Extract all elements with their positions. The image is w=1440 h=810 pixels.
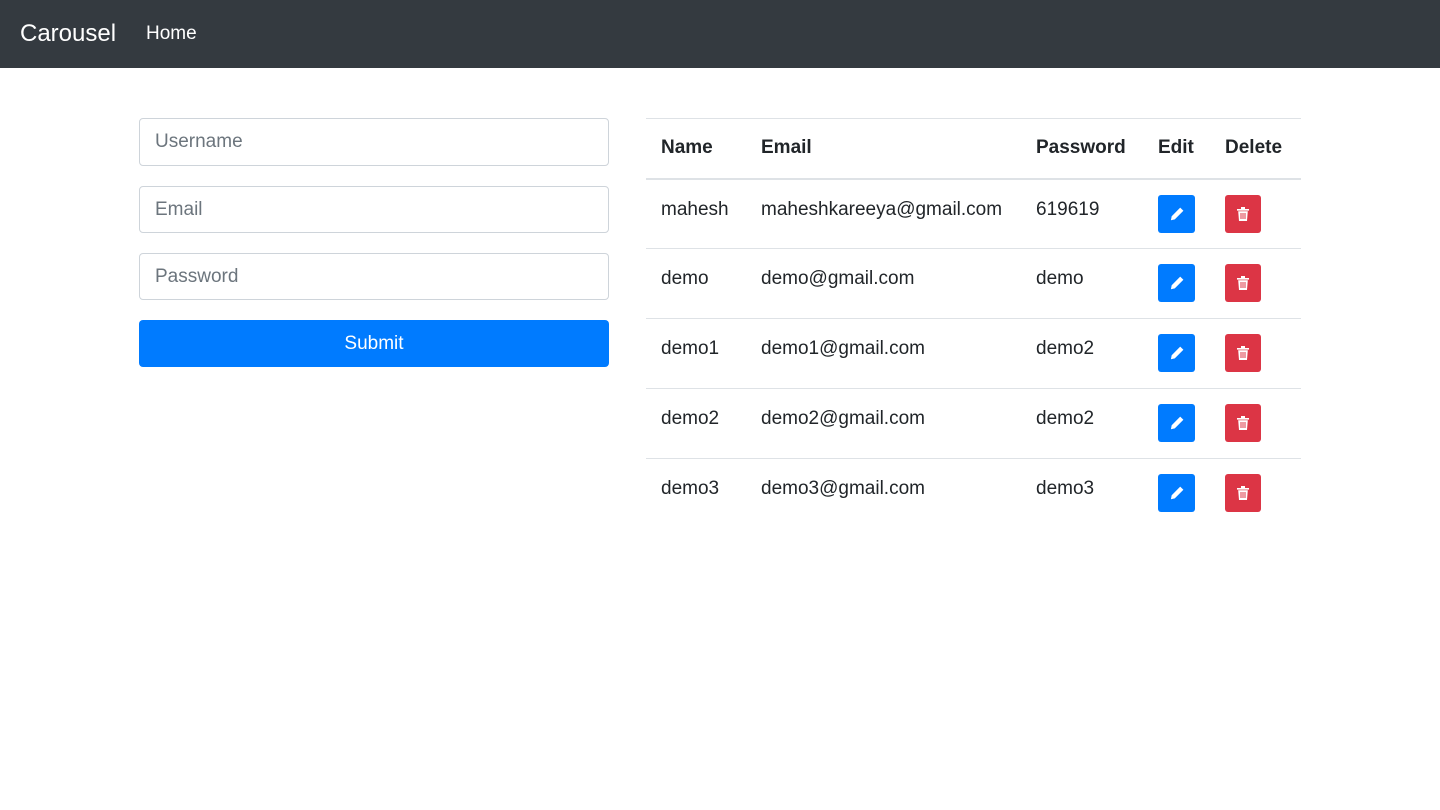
navbar: Carousel Home [0,0,1440,68]
users-table: Name Email Password Edit Delete mahesh m… [646,118,1301,529]
cell-password: demo2 [1021,388,1143,459]
delete-button[interactable] [1225,194,1261,233]
table-body: mahesh maheshkareeya@gmail.com 619619 de… [646,179,1301,529]
cell-delete [1210,388,1301,459]
edit-button[interactable] [1158,264,1195,302]
cell-email: demo2@gmail.com [746,388,1021,459]
cell-email: maheshkareeya@gmail.com [746,179,1021,249]
cell-name-text: mahesh [661,198,729,220]
password-input[interactable] [139,253,609,300]
cell-password-text: 619619 [1036,198,1100,220]
pencil-icon [1170,346,1183,360]
table-row: mahesh maheshkareeya@gmail.com 619619 [646,179,1301,249]
cell-password: 619619 [1021,179,1143,249]
cell-email-text: demo2@gmail.com [761,408,925,429]
nav-link-home[interactable]: Home [146,0,197,68]
header-delete: Delete [1210,118,1301,180]
user-form: Submit [139,118,609,367]
header-email: Email [746,118,1021,180]
cell-name-text: demo2 [661,408,720,429]
email-input[interactable] [139,186,609,233]
cell-email-text: demo1@gmail.com [761,338,925,359]
header-password: Password [1021,118,1143,180]
cell-email-text: demo3@gmail.com [761,478,925,499]
table-row: demo demo@gmail.com demo [646,248,1301,319]
header-name: Name [646,118,746,180]
cell-email-text: maheshkareeya@gmail.com [761,198,1003,220]
cell-password-text: demo3 [1036,478,1095,499]
cell-edit [1143,318,1210,389]
edit-button[interactable] [1158,404,1195,442]
cell-delete [1210,248,1301,319]
cell-email: demo3@gmail.com [746,458,1021,529]
cell-edit [1143,179,1210,249]
edit-button[interactable] [1158,334,1195,372]
cell-edit [1143,458,1210,529]
cell-email: demo@gmail.com [746,248,1021,319]
trash-icon [1237,346,1249,360]
cell-name-text: demo1 [661,338,720,359]
trash-icon [1237,416,1249,430]
cell-email-text: demo@gmail.com [761,268,915,289]
pencil-icon [1170,416,1183,430]
cell-name-text: demo3 [661,478,720,499]
brand-link[interactable]: Carousel [20,0,116,68]
pencil-icon [1170,486,1183,500]
cell-name: demo3 [646,458,746,529]
header-edit: Edit [1143,118,1210,180]
pencil-icon [1170,207,1183,220]
cell-edit [1143,388,1210,459]
cell-password-text: demo [1036,268,1084,289]
cell-delete [1210,179,1301,249]
delete-button[interactable] [1225,404,1261,442]
table-header-row: Name Email Password Edit Delete [646,118,1301,180]
delete-button[interactable] [1225,264,1261,302]
username-input[interactable] [139,118,609,166]
cell-email: demo1@gmail.com [746,318,1021,389]
table-row: demo3 demo3@gmail.com demo3 [646,458,1301,529]
trash-icon [1237,486,1249,500]
cell-password: demo [1021,248,1143,319]
table-header: Name Email Password Edit Delete [646,118,1301,180]
table-row: demo1 demo1@gmail.com demo2 [646,318,1301,389]
cell-password-text: demo2 [1036,338,1095,359]
submit-button[interactable]: Submit [139,320,609,367]
cell-name: demo1 [646,318,746,389]
cell-delete [1210,318,1301,389]
delete-button[interactable] [1225,334,1261,372]
edit-button[interactable] [1158,194,1195,233]
cell-name: demo [646,248,746,319]
cell-name: mahesh [646,179,746,249]
table-row: demo2 demo2@gmail.com demo2 [646,388,1301,459]
delete-button[interactable] [1225,474,1261,512]
trash-icon [1237,276,1249,290]
trash-icon [1237,206,1249,221]
pencil-icon [1170,276,1183,290]
cell-password: demo2 [1021,318,1143,389]
users-table-container: Name Email Password Edit Delete mahesh m… [646,118,1301,529]
edit-button[interactable] [1158,474,1195,512]
cell-delete [1210,458,1301,529]
cell-password: demo3 [1021,458,1143,529]
cell-name: demo2 [646,388,746,459]
cell-name-text: demo [661,268,709,289]
cell-edit [1143,248,1210,319]
cell-password-text: demo2 [1036,408,1095,429]
